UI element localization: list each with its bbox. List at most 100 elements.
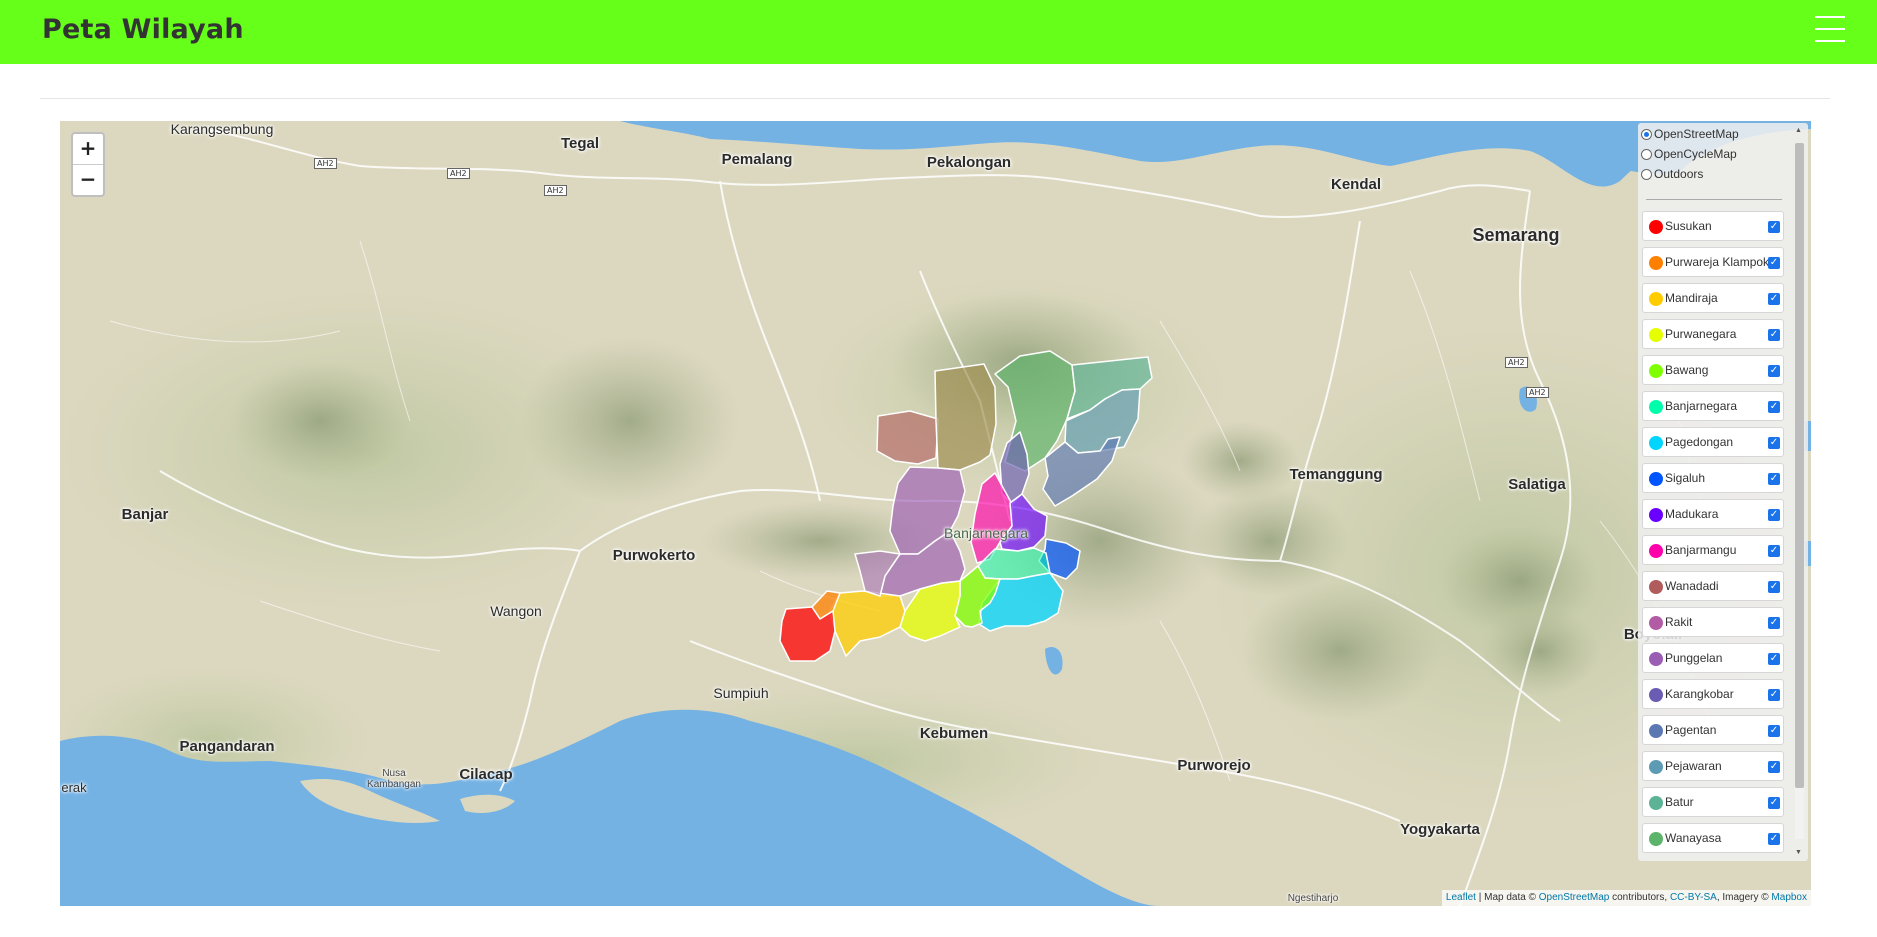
legend-color-swatch xyxy=(1649,760,1663,774)
overlay-item[interactable]: Wanayasa ✓ xyxy=(1642,823,1784,853)
overlay-label: Pagedongan xyxy=(1665,435,1734,449)
overlay-checkbox[interactable]: ✓ xyxy=(1768,257,1780,269)
overlay-item[interactable]: Pejawaran ✓ xyxy=(1642,751,1784,781)
overlay-item[interactable]: Purwanegara ✓ xyxy=(1642,319,1784,349)
legend-color-swatch xyxy=(1649,832,1663,846)
overlay-item[interactable]: Wanadadi ✓ xyxy=(1642,571,1784,601)
base-layer-label: OpenCycleMap xyxy=(1654,147,1737,161)
road-label: AH2 xyxy=(314,158,337,169)
overlay-checkbox[interactable]: ✓ xyxy=(1768,581,1780,593)
radio-icon[interactable] xyxy=(1641,128,1652,140)
overlay-item[interactable]: Sigaluh ✓ xyxy=(1642,463,1784,493)
city-label: Wangon xyxy=(490,603,542,619)
license-link[interactable]: CC-BY-SA xyxy=(1670,892,1717,903)
legend-color-swatch xyxy=(1649,724,1663,738)
overlay-item[interactable]: Susukan ✓ xyxy=(1642,211,1784,241)
base-layer-label: Outdoors xyxy=(1654,167,1704,181)
overlay-item[interactable]: Mandiraja ✓ xyxy=(1642,283,1784,313)
overlay-item[interactable]: Batur ✓ xyxy=(1642,787,1784,817)
city-label: Banjar xyxy=(121,506,169,523)
overlay-checkbox[interactable]: ✓ xyxy=(1768,725,1780,737)
overlay-checkbox[interactable]: ✓ xyxy=(1768,293,1780,305)
overlay-checkbox[interactable]: ✓ xyxy=(1768,797,1780,809)
city-label: Pangandaran xyxy=(179,738,275,755)
overlay-label: Mandiraja xyxy=(1665,291,1718,305)
city-label: Kebumen xyxy=(919,725,989,742)
overlay-checkbox[interactable]: ✓ xyxy=(1768,473,1780,485)
overlay-item[interactable]: Punggelan ✓ xyxy=(1642,643,1784,673)
overlay-checkbox[interactable]: ✓ xyxy=(1768,833,1780,845)
overlay-checkbox[interactable]: ✓ xyxy=(1768,509,1780,521)
attribution-text: Map data © xyxy=(1484,892,1536,903)
overlay-checkbox[interactable]: ✓ xyxy=(1768,437,1780,449)
overlay-label: Banjarmangu xyxy=(1665,543,1737,557)
brand-title[interactable]: Peta Wilayah xyxy=(42,14,244,45)
zoom-out-button[interactable]: − xyxy=(73,164,103,195)
scroll-up-icon[interactable]: ▲ xyxy=(1795,127,1802,134)
legend-color-swatch xyxy=(1649,292,1663,306)
legend-color-swatch xyxy=(1649,436,1663,450)
overlay-checkbox[interactable]: ✓ xyxy=(1768,221,1780,233)
scroll-thumb[interactable] xyxy=(1795,143,1804,788)
legend-color-swatch xyxy=(1649,796,1663,810)
layers-scrollbar[interactable]: ▲ ▼ xyxy=(1792,123,1806,861)
city-label: Temanggung xyxy=(1289,466,1383,483)
polygon-wanadadi xyxy=(876,410,939,465)
legend-color-swatch xyxy=(1649,508,1663,522)
overlay-label: Pejawaran xyxy=(1665,759,1722,773)
radio-icon[interactable] xyxy=(1641,168,1652,180)
scroll-down-icon[interactable]: ▼ xyxy=(1795,849,1802,856)
overlay-item[interactable]: Banjarmangu ✓ xyxy=(1642,535,1784,565)
base-layer-openstreetmap[interactable]: OpenStreetMap xyxy=(1641,124,1739,144)
overlay-item[interactable]: Rakit ✓ xyxy=(1642,607,1784,637)
overlay-label: Purwareja Klampok xyxy=(1665,255,1770,269)
overlay-checkbox[interactable]: ✓ xyxy=(1768,653,1780,665)
overlay-item[interactable]: Madukara ✓ xyxy=(1642,499,1784,529)
road-label: AH2 xyxy=(1526,387,1549,398)
hamburger-icon[interactable] xyxy=(1815,16,1845,42)
map[interactable]: Karangsembung Tegal Pemalang Pekalongan … xyxy=(60,121,1811,906)
overlay-checkbox[interactable]: ✓ xyxy=(1768,401,1780,413)
overlay-list: Susukan ✓ Purwareja Klampok ✓ Mandiraja ✓ Purw… xyxy=(1638,205,1791,853)
osm-link[interactable]: OpenStreetMap xyxy=(1539,892,1610,903)
city-label: Kendal xyxy=(1330,176,1382,193)
road-label: AH2 xyxy=(447,168,470,179)
radio-icon[interactable] xyxy=(1641,148,1652,160)
overlay-label: Wanadadi xyxy=(1665,579,1719,593)
overlay-item[interactable]: Pagentan ✓ xyxy=(1642,715,1784,745)
legend-color-swatch xyxy=(1649,544,1663,558)
leaflet-link[interactable]: Leaflet xyxy=(1446,892,1476,903)
overlay-item[interactable]: Karangkobar ✓ xyxy=(1642,679,1784,709)
overlay-label: Purwanegara xyxy=(1665,327,1737,341)
city-label: Nusa xyxy=(382,768,406,779)
overlay-item[interactable]: Bawang ✓ xyxy=(1642,355,1784,385)
overlay-label: Bawang xyxy=(1665,363,1709,377)
base-layer-outdoors[interactable]: Outdoors xyxy=(1641,164,1703,184)
legend-color-swatch xyxy=(1649,472,1663,486)
city-label: Pemalang xyxy=(721,151,793,168)
city-label: Sumpiuh xyxy=(713,685,769,701)
base-layer-opencyclemap[interactable]: OpenCycleMap xyxy=(1641,144,1737,164)
city-label: Pekalongan xyxy=(926,154,1012,171)
legend-color-swatch xyxy=(1649,616,1663,630)
overlay-checkbox[interactable]: ✓ xyxy=(1768,329,1780,341)
navbar: Peta Wilayah xyxy=(0,0,1877,64)
mapbox-link[interactable]: Mapbox xyxy=(1771,892,1807,903)
overlay-item[interactable]: Purwareja Klampok ✓ xyxy=(1642,247,1784,277)
layers-control: OpenStreetMap OpenCycleMap Outdoors Susu… xyxy=(1638,123,1808,861)
overlay-item[interactable]: Pagedongan ✓ xyxy=(1642,427,1784,457)
overlay-label: Rakit xyxy=(1665,615,1693,629)
overlay-checkbox[interactable]: ✓ xyxy=(1768,545,1780,557)
overlay-checkbox[interactable]: ✓ xyxy=(1768,617,1780,629)
overlay-checkbox[interactable]: ✓ xyxy=(1768,689,1780,701)
zoom-in-button[interactable]: + xyxy=(73,134,103,164)
legend-color-swatch xyxy=(1649,688,1663,702)
overlay-item[interactable]: Banjarnegara ✓ xyxy=(1642,391,1784,421)
city-label: erak xyxy=(61,780,87,795)
overlay-checkbox[interactable]: ✓ xyxy=(1768,365,1780,377)
city-label: Purwokerto xyxy=(612,547,696,564)
overlay-checkbox[interactable]: ✓ xyxy=(1768,761,1780,773)
overlay-label: Susukan xyxy=(1665,219,1712,233)
legend-color-swatch xyxy=(1649,256,1663,270)
city-label: Kambangan xyxy=(367,779,421,790)
